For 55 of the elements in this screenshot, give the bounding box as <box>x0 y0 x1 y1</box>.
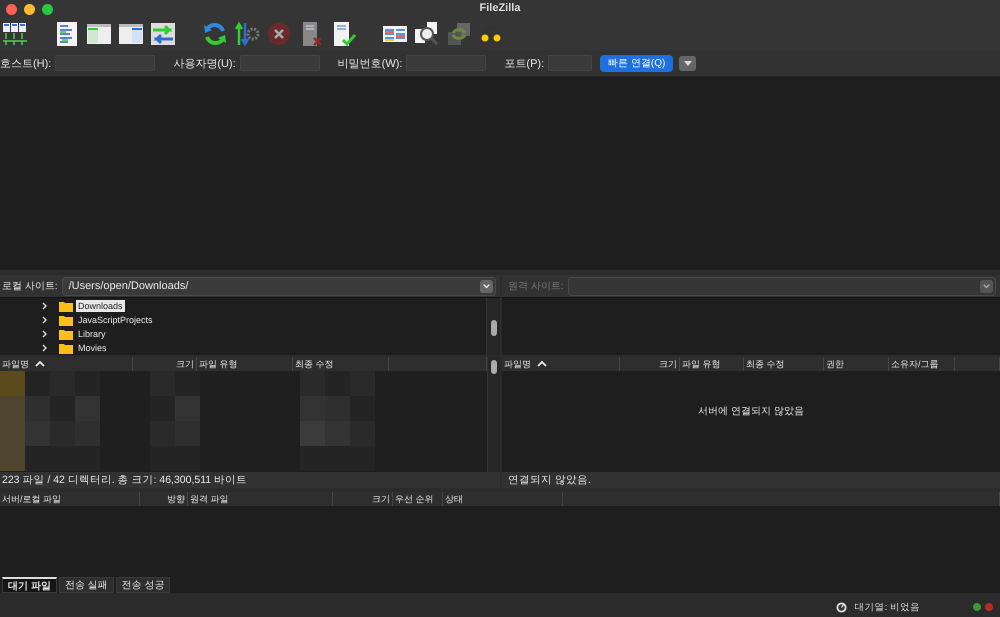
quickconnect-button[interactable]: 빠른 연결(Q) <box>600 54 674 72</box>
not-connected-message: 서버에 연결되지 않았음 <box>698 405 804 417</box>
scrollbar-thumb[interactable] <box>490 320 496 336</box>
cancel-icon[interactable] <box>266 21 292 47</box>
column-header[interactable]: 파일명 <box>502 357 620 371</box>
folder-icon <box>59 300 73 312</box>
column-header[interactable]: 소유자/그룹 <box>889 357 955 371</box>
local-status-text: 223 파일 / 42 디렉터리. 총 크기: 46,300,511 바이트 <box>0 472 500 488</box>
site-label: 원격 사이트: <box>507 280 565 293</box>
message-log-icon[interactable] <box>54 21 80 47</box>
queue-status-text: 대기열: 비었음 <box>854 600 920 614</box>
tree-item[interactable]: JavaScriptProjects <box>76 314 155 326</box>
tree-item[interactable]: Library <box>76 328 108 340</box>
activity-lights-icon <box>972 602 994 612</box>
transfer-queue-icon[interactable] <box>150 21 176 47</box>
path-field[interactable]: /Users/open/Downloads/ <box>62 276 496 296</box>
remote-status-text: 연결되지 않았음. <box>502 472 1000 488</box>
site-label: 로컬 사이트: <box>1 280 59 293</box>
dropdown-icon[interactable] <box>980 280 993 292</box>
folder-icon <box>59 342 73 354</box>
folder-icon <box>59 328 73 340</box>
search-icon[interactable] <box>414 21 440 47</box>
sort-ascending-icon <box>35 361 45 367</box>
field-label: 호스트(H): <box>0 56 52 70</box>
local-tree-icon[interactable] <box>86 21 112 47</box>
queue-tab[interactable]: 전송 실패 <box>58 577 114 593</box>
compare-icon[interactable] <box>446 21 472 47</box>
field-label: 포트(P): <box>504 56 544 70</box>
tree-item[interactable]: Downloads <box>76 300 125 312</box>
refresh-icon[interactable] <box>202 21 228 47</box>
path-text: /Users/open/Downloads/ <box>68 280 188 292</box>
tree-item[interactable]: Movies <box>76 342 109 354</box>
close-window-button[interactable] <box>6 4 17 14</box>
column-header[interactable]: 권한 <box>824 357 889 371</box>
path-field[interactable] <box>568 276 996 296</box>
column-header[interactable]: 크기 <box>620 357 680 371</box>
caret-icon <box>684 60 692 66</box>
dropdown-icon[interactable] <box>480 280 493 292</box>
dropdown-button[interactable] <box>679 56 696 70</box>
field-label: 사용자명(U): <box>173 56 236 70</box>
folder-icon <box>59 314 73 326</box>
site-manager-icon[interactable] <box>2 21 28 47</box>
field-label: 비밀번호(W): <box>338 56 402 70</box>
scrollbar-thumb[interactable] <box>491 360 497 374</box>
column-header[interactable]: 최종 수정 <box>744 357 824 371</box>
window-title: FileZilla <box>478 2 522 14</box>
gauge-icon <box>836 602 847 612</box>
minimize-window-button[interactable] <box>24 4 35 14</box>
remote-tree-icon[interactable] <box>118 21 144 47</box>
queue-tab[interactable]: 대기 파일 <box>2 577 57 593</box>
column-header[interactable]: 파일 유형 <box>680 357 744 371</box>
queue-tab[interactable]: 전송 성공 <box>116 577 170 593</box>
sort-ascending-icon <box>537 361 547 367</box>
zoom-window-button[interactable] <box>42 4 53 14</box>
process-queue-icon[interactable] <box>234 21 260 47</box>
